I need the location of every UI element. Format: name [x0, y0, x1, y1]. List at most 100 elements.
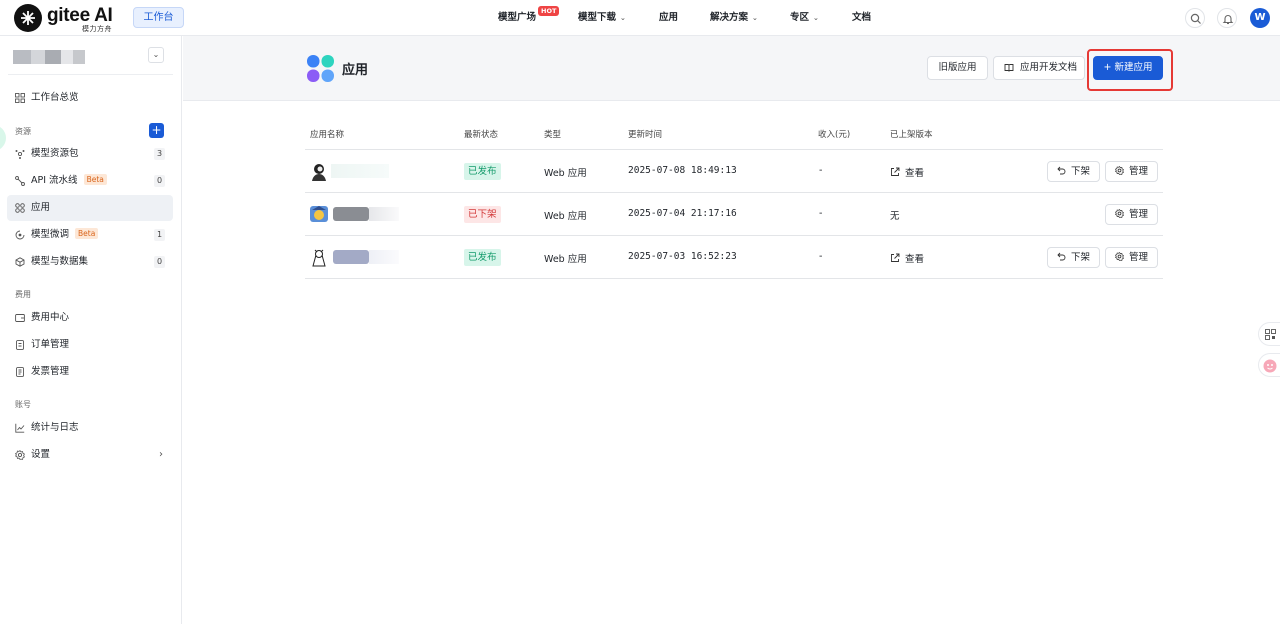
button-label: 管理	[1128, 252, 1148, 263]
manage-button[interactable]: 管理	[1105, 247, 1158, 268]
app-thumbnail	[310, 206, 328, 222]
sidebar-item-model-packages[interactable]: 模型资源包 3	[7, 141, 173, 167]
sidebar-item-label: 订单管理	[31, 339, 70, 350]
manage-button[interactable]: 管理	[1105, 204, 1158, 225]
sidebar-item-label: 工作台总览	[31, 92, 79, 103]
user-avatar[interactable]: W	[1250, 8, 1270, 28]
sidebar-item-models-datasets[interactable]: 模型与数据集 0	[7, 249, 173, 275]
app-name-redacted	[331, 164, 389, 178]
status-badge: 已下架	[464, 206, 501, 223]
add-resource-button[interactable]: +	[149, 123, 164, 138]
count-badge: 1	[154, 229, 165, 241]
sidebar-item-invoices[interactable]: 发票管理	[7, 359, 173, 385]
apps-icon	[15, 203, 25, 213]
button-label: 下架	[1070, 166, 1090, 177]
brand-logo[interactable]: gitee AI 模力方舟	[14, 4, 124, 33]
floating-assistant-button[interactable]	[1258, 353, 1280, 377]
chevron-right-icon: ›	[159, 449, 163, 460]
sidebar-item-stats-logs[interactable]: 统计与日志	[7, 415, 173, 441]
sidebar-item-label: 统计与日志	[31, 422, 79, 433]
sidebar-item-settings[interactable]: 设置 ›	[7, 442, 173, 468]
legacy-apps-button[interactable]: 旧版应用	[927, 56, 988, 80]
brand-subtitle: 模力方舟	[82, 25, 112, 33]
button-label: 管理	[1128, 209, 1148, 220]
button-label: 管理	[1128, 166, 1148, 177]
column-header-revenue: 收入(元)	[818, 130, 851, 140]
nav-label: 解决方案	[710, 12, 749, 23]
sidebar-item-label-wrap: 模型微调 Beta	[31, 222, 99, 248]
nav-model-plaza[interactable]: 模型广场	[498, 0, 536, 36]
sidebar-item-finetune[interactable]: 模型微调 Beta 1	[7, 222, 173, 248]
sidebar-item-label: API 流水线	[31, 175, 78, 186]
sidebar-item-apps[interactable]: 应用	[7, 195, 173, 221]
nav-model-download[interactable]: 模型下载 ⌄	[578, 0, 626, 36]
page-title: 应用	[342, 63, 369, 78]
table-row[interactable]: 已发布 Web 应用 2025-07-08 18:49:13 - 查看 下架 管…	[305, 150, 1163, 193]
sidebar-item-orders[interactable]: 订单管理	[7, 332, 173, 358]
package-icon	[15, 150, 25, 159]
link-label: 查看	[905, 168, 925, 179]
nav-label: 模型广场	[498, 12, 537, 23]
revenue-value: -	[819, 208, 823, 219]
decorative-tab	[0, 125, 6, 151]
chevron-down-icon: ⌄	[620, 14, 626, 22]
view-version-link[interactable]: 查看	[890, 251, 924, 265]
nav-label: 应用	[659, 12, 679, 23]
pipeline-icon	[15, 176, 25, 186]
column-header-status: 最新状态	[464, 130, 499, 140]
column-header-version: 已上架版本	[890, 130, 933, 140]
app-dev-docs-button[interactable]: 应用开发文档	[993, 56, 1085, 80]
column-header-name: 应用名称	[310, 130, 345, 140]
highlight-box	[1087, 49, 1173, 91]
app-name-redacted	[333, 207, 369, 221]
nav-docs[interactable]: 文档	[852, 0, 871, 36]
view-version-link[interactable]: 查看	[890, 165, 924, 179]
gear-icon	[1114, 209, 1124, 218]
org-selector-name[interactable]	[13, 50, 85, 64]
revenue-value: -	[819, 165, 823, 176]
sidebar: ⌄ 工作台总览 资源 + 模型资源包 3 API 流水线 Beta 0 应用 模型…	[0, 36, 182, 624]
app-type: Web 应用	[544, 168, 587, 179]
nav-apps[interactable]: 应用	[659, 0, 678, 36]
table-row[interactable]: 已下架 Web 应用 2025-07-04 21:17:16 - 无 管理	[305, 193, 1163, 236]
sidebar-item-billing-center[interactable]: 费用中心	[7, 305, 173, 331]
book-icon	[1004, 64, 1014, 72]
top-bar: gitee AI 模力方舟 工作台 模型广场 HOT 模型下载 ⌄ 应用 解决方案…	[0, 0, 1280, 36]
unpublish-button[interactable]: 下架	[1047, 161, 1100, 182]
sidebar-item-label: 模型与数据集	[31, 256, 89, 267]
floating-qr-button[interactable]	[1258, 322, 1280, 346]
search-button[interactable]	[1185, 8, 1205, 28]
wallet-icon	[15, 314, 25, 322]
manage-button[interactable]: 管理	[1105, 161, 1158, 182]
divider	[8, 74, 173, 75]
invoice-icon	[16, 367, 24, 377]
workbench-button[interactable]: 工作台	[133, 7, 184, 28]
chevron-down-icon: ⌄	[752, 14, 758, 22]
sidebar-item-label: 发票管理	[31, 366, 70, 377]
nav-label: 模型下载	[578, 12, 617, 23]
sidebar-item-label: 费用中心	[31, 312, 70, 323]
count-badge: 0	[154, 175, 165, 187]
brain-icon	[15, 230, 25, 240]
table-row[interactable]: 已发布 Web 应用 2025-07-03 16:52:23 - 查看 下架 管…	[305, 236, 1163, 279]
gear-icon	[15, 450, 25, 460]
order-icon	[16, 340, 24, 350]
button-label: 应用开发文档	[1020, 62, 1078, 73]
undo-icon	[1057, 166, 1066, 175]
external-link-icon	[891, 253, 900, 262]
chevron-down-icon: ⌄	[813, 14, 819, 22]
undo-icon	[1057, 252, 1066, 261]
nav-zones[interactable]: 专区 ⌄	[790, 0, 819, 36]
link-label: 查看	[905, 254, 925, 265]
notifications-button[interactable]	[1217, 8, 1237, 28]
nav-solutions[interactable]: 解决方案 ⌄	[710, 0, 758, 36]
org-switch-chevron-icon[interactable]: ⌄	[148, 47, 164, 63]
sidebar-item-overview[interactable]: 工作台总览	[7, 85, 173, 111]
group-resources-label: 资源	[15, 127, 31, 136]
sidebar-item-api-pipeline[interactable]: API 流水线 Beta 0	[7, 168, 173, 194]
nav-label: 文档	[852, 12, 872, 23]
count-badge: 3	[154, 148, 165, 160]
sidebar-item-label-wrap: API 流水线 Beta	[31, 168, 107, 194]
unpublish-button[interactable]: 下架	[1047, 247, 1100, 268]
hot-badge: HOT	[538, 6, 560, 16]
